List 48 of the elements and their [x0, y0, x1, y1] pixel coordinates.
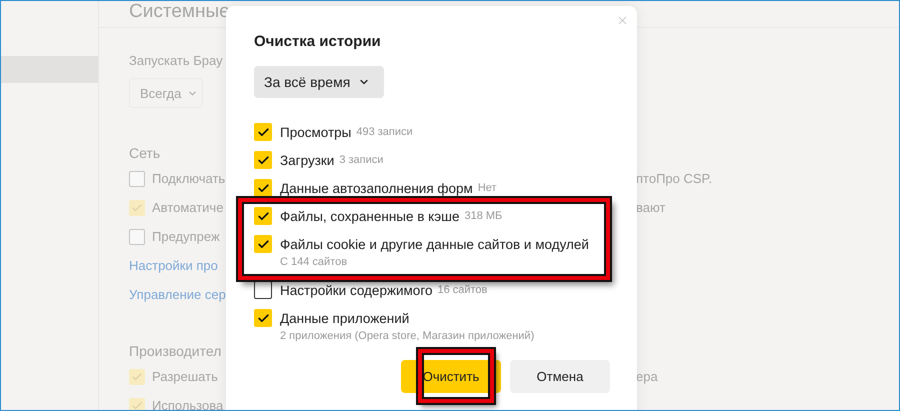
- option-count: Нет: [478, 182, 497, 194]
- section-title: Производител: [129, 342, 222, 361]
- check-icon: [256, 154, 270, 166]
- setting-text: ера: [636, 369, 658, 384]
- period-dropdown[interactable]: За всё время: [254, 66, 384, 98]
- option-count: 318 МБ: [464, 210, 502, 222]
- check-icon: [256, 238, 270, 250]
- setting-label: Предупреж: [152, 229, 220, 244]
- setting-label: Разрешать: [152, 369, 218, 384]
- option-label: Загрузки: [280, 152, 334, 168]
- setting-text: птоПро CSP.: [636, 171, 712, 186]
- setting-label: Запускать Брау: [129, 52, 223, 70]
- option-detail: 2 приложения (Opera store, Магазин приложений): [280, 329, 534, 344]
- checkbox[interactable]: [129, 200, 145, 216]
- checkbox[interactable]: [254, 151, 272, 169]
- option-label: Файлы, сохраненные в кэше: [280, 208, 460, 224]
- setting-text: вают: [636, 200, 666, 215]
- option-count: 16 сайтов: [437, 284, 488, 296]
- option-label: Просмотры: [280, 124, 352, 140]
- option-label: Данные приложений: [280, 310, 410, 326]
- option-label: Файлы cookie и другие данные сайтов и модулей: [280, 236, 589, 252]
- checkbox[interactable]: [129, 368, 145, 384]
- check-icon: [131, 202, 143, 214]
- check-icon: [256, 210, 270, 222]
- setting-label: Автоматиче: [152, 200, 224, 215]
- checkbox[interactable]: [254, 309, 272, 327]
- option-label: Данные автозаполнения форм: [280, 180, 473, 196]
- cancel-button[interactable]: Отмена: [510, 360, 610, 393]
- check-icon: [256, 312, 270, 324]
- checkbox[interactable]: [129, 398, 145, 410]
- checkbox[interactable]: [254, 235, 272, 253]
- dialog-title: Очистка истории: [254, 32, 381, 52]
- checkbox[interactable]: [254, 207, 272, 225]
- option-count: 3 записи: [339, 154, 384, 166]
- checkbox[interactable]: [254, 281, 272, 299]
- option-label: Настройки содержимого: [280, 282, 432, 298]
- page-title: Системные: [129, 1, 230, 23]
- option-detail: С 144 сайтов: [280, 255, 348, 270]
- checkbox[interactable]: [254, 123, 272, 141]
- check-icon: [131, 400, 143, 410]
- check-icon: [131, 370, 143, 382]
- setting-label: Использова: [152, 398, 224, 410]
- checkbox[interactable]: [254, 179, 272, 197]
- check-icon: [256, 126, 270, 138]
- setting-label: Подключать: [152, 171, 226, 186]
- option-count: 493 записи: [356, 126, 413, 138]
- check-icon: [256, 182, 270, 194]
- section-title: Сеть: [129, 144, 160, 163]
